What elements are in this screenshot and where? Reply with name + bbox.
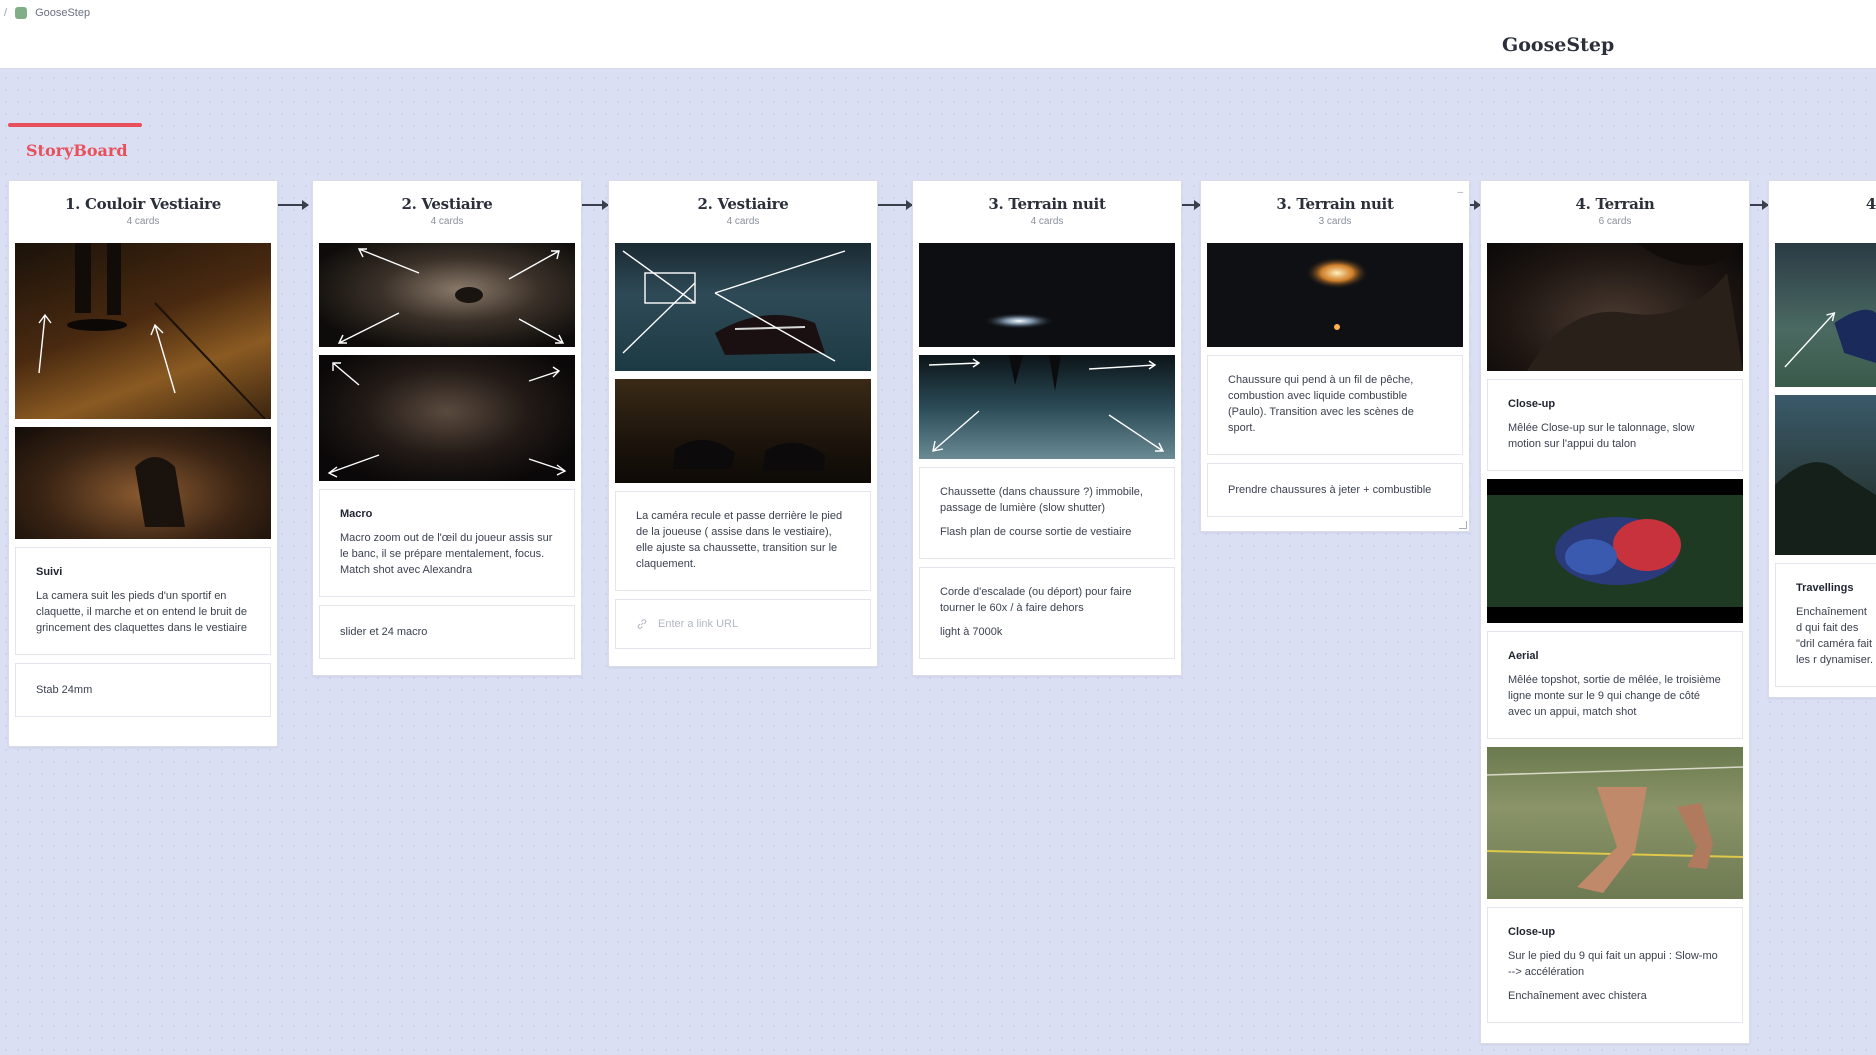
column-connector-arrow — [1182, 200, 1201, 210]
storyboard-column[interactable]: 3. Terrain nuit 4 cards Chaussette (dans… — [912, 180, 1182, 676]
card-description: Chaussette (dans chaussure ?) immobile, … — [940, 486, 1143, 514]
column-connector-arrow — [278, 200, 309, 210]
storyboard-column[interactable]: – 3. Terrain nuit 3 cards Chaussure qui … — [1200, 180, 1470, 532]
link-url-placeholder: Enter a link URL — [658, 618, 739, 630]
storyboard-column[interactable]: 2. Vestiaire 4 cards La caméra recule et… — [608, 180, 878, 667]
column-title: 3. Terrain nuit — [988, 195, 1106, 213]
card-description: Corde d'escalade (ou déport) pour faire … — [940, 586, 1132, 614]
card-description: Enchaînement avec chistera — [1508, 990, 1647, 1002]
text-card[interactable]: slider et 24 macro — [319, 605, 575, 659]
column-connector-arrow — [878, 200, 913, 210]
card-description: Mêlée topshot, sortie de mêlée, le trois… — [1508, 674, 1721, 718]
column-card-count: 6 cards — [1598, 216, 1632, 227]
resize-handle[interactable] — [1459, 521, 1467, 529]
image-card[interactable] — [319, 243, 575, 347]
column-title: 2. Vestiaire — [697, 195, 789, 213]
card-description: Macro zoom out de l'œil du joueur assis … — [340, 532, 553, 576]
column-title: 2. Vestiaire — [401, 195, 493, 213]
breadcrumb: / GooseStep — [0, 6, 90, 20]
image-card[interactable] — [15, 427, 271, 539]
text-card[interactable]: Suivi La camera suit les pieds d'un spor… — [15, 547, 271, 655]
column-options-icon[interactable]: – — [1457, 187, 1463, 198]
board-icon — [15, 7, 28, 19]
card-title: Aerial — [1508, 650, 1539, 662]
card-description: La camera suit les pieds d'un sportif en… — [36, 590, 247, 634]
image-card[interactable] — [919, 243, 1175, 347]
column-header[interactable]: 3. Terrain nuit 4 cards — [919, 181, 1175, 243]
image-card[interactable] — [1487, 747, 1743, 899]
image-card[interactable] — [1775, 243, 1876, 387]
column-connector-arrow — [582, 200, 609, 210]
text-card[interactable]: Aerial Mêlée topshot, sortie de mêlée, l… — [1487, 631, 1743, 739]
column-title: 1. Couloir Vestiaire — [65, 195, 221, 213]
breadcrumb-separator: / — [4, 7, 8, 19]
text-card[interactable]: La caméra recule et passe derrière le pi… — [615, 491, 871, 591]
card-description: slider et 24 macro — [340, 626, 428, 638]
image-card[interactable] — [1487, 479, 1743, 623]
link-icon — [637, 619, 647, 629]
column-header[interactable]: 4 — [1775, 181, 1876, 243]
card-description: Stab 24mm — [36, 684, 93, 696]
storyboard-underline — [8, 123, 142, 127]
column-header[interactable]: 2. Vestiaire 4 cards — [615, 181, 871, 243]
card-title: Close-up — [1508, 398, 1556, 410]
text-card[interactable]: Chaussette (dans chaussure ?) immobile, … — [919, 467, 1175, 559]
column-card-count: 3 cards — [1318, 216, 1352, 227]
card-description: Prendre chaussures à jeter + combustible — [1228, 484, 1432, 496]
image-card[interactable] — [1487, 243, 1743, 371]
image-card[interactable] — [615, 379, 871, 483]
image-card[interactable] — [1775, 395, 1876, 555]
breadcrumb-board-link[interactable]: GooseStep — [35, 7, 90, 19]
column-title: 3. Terrain nuit — [1276, 195, 1394, 213]
text-card[interactable]: Corde d'escalade (ou déport) pour faire … — [919, 567, 1175, 659]
card-description: Flash plan de course sortie de vestiaire — [940, 526, 1132, 538]
image-card[interactable] — [15, 243, 271, 419]
column-header[interactable]: 1. Couloir Vestiaire 4 cards — [15, 181, 271, 243]
image-card[interactable] — [919, 355, 1175, 459]
card-description: light à 7000k — [940, 626, 1003, 638]
storyboard-column[interactable]: 1. Couloir Vestiaire 4 cards Suivi La ca… — [8, 180, 278, 747]
card-title: Suivi — [36, 566, 63, 578]
column-header[interactable]: 2. Vestiaire 4 cards — [319, 181, 575, 243]
card-title: Macro — [340, 508, 373, 520]
card-title: Travellings — [1796, 582, 1854, 594]
column-card-count: 4 cards — [1030, 216, 1064, 227]
storyboard-column[interactable]: 2. Vestiaire 4 cards Macro Macro zoom ou… — [312, 180, 582, 676]
column-connector-arrow — [1750, 200, 1769, 210]
storyboard-column[interactable]: 4. Terrain 6 cards Close-up Mêlée Close-… — [1480, 180, 1750, 1044]
column-card-count: 4 cards — [726, 216, 760, 227]
link-url-input[interactable]: Enter a link URL — [615, 599, 871, 649]
top-bar: / GooseStep GooseStep — [0, 0, 1876, 69]
card-description: Enchaînement d qui fait des "dril caméra… — [1796, 606, 1874, 666]
card-description: Sur le pied du 9 qui fait un appui : Slo… — [1508, 950, 1718, 978]
column-title: 4. Terrain — [1575, 195, 1655, 213]
card-title: Close-up — [1508, 926, 1556, 938]
text-card[interactable]: Close-up Sur le pied du 9 qui fait un ap… — [1487, 907, 1743, 1023]
column-card-count: 4 cards — [126, 216, 160, 227]
board-title[interactable]: GooseStep — [1502, 34, 1614, 56]
column-card-count: 4 cards — [430, 216, 464, 227]
text-card[interactable]: Chaussure qui pend à un fil de pêche, co… — [1207, 355, 1463, 455]
image-card[interactable] — [1207, 243, 1463, 347]
text-card[interactable]: Stab 24mm — [15, 663, 271, 717]
column-title: 4 — [1865, 195, 1876, 213]
image-card[interactable] — [615, 243, 871, 371]
text-card[interactable]: Prendre chaussures à jeter + combustible — [1207, 463, 1463, 517]
image-card[interactable] — [319, 355, 575, 481]
card-description: La caméra recule et passe derrière le pi… — [636, 510, 843, 570]
card-description: Mêlée Close-up sur le talonnage, slow mo… — [1508, 422, 1695, 450]
card-description: Chaussure qui pend à un fil de pêche, co… — [1228, 374, 1414, 434]
storyboard-column[interactable]: 4 Travellings Enchaînement d qui fait de… — [1768, 180, 1876, 698]
column-header[interactable]: 4. Terrain 6 cards — [1487, 181, 1743, 243]
text-card[interactable]: Travellings Enchaînement d qui fait des … — [1775, 563, 1876, 687]
text-card[interactable]: Close-up Mêlée Close-up sur le talonnage… — [1487, 379, 1743, 471]
column-header[interactable]: 3. Terrain nuit 3 cards — [1207, 181, 1463, 243]
storyboard-label[interactable]: StoryBoard — [26, 141, 128, 160]
text-card[interactable]: Macro Macro zoom out de l'œil du joueur … — [319, 489, 575, 597]
